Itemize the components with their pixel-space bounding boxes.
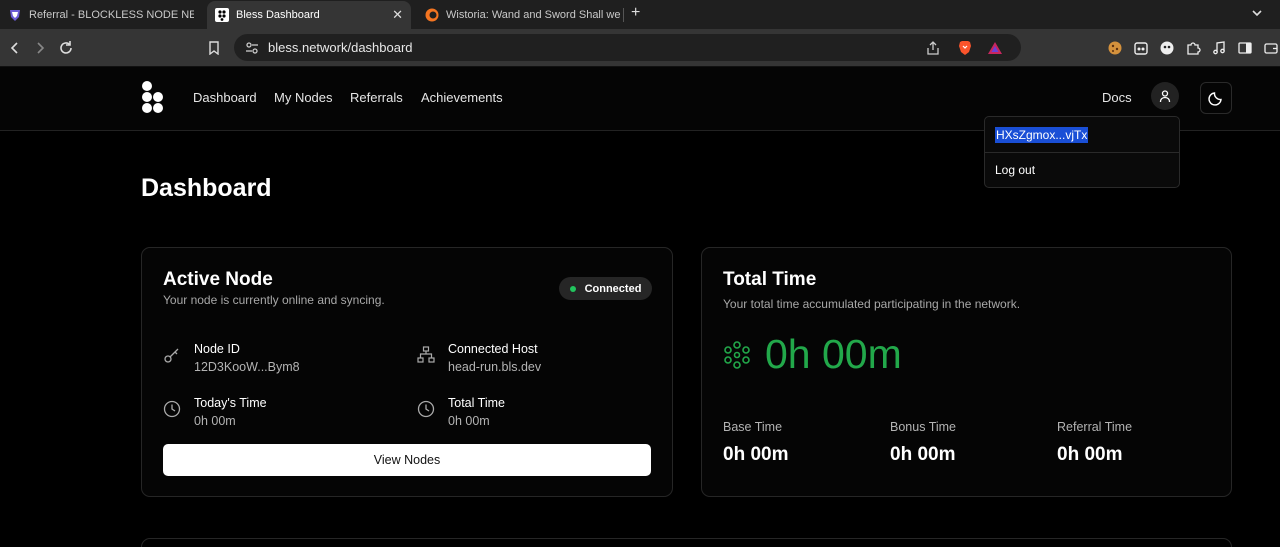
nodes-cluster-icon xyxy=(723,341,751,369)
tab-title: Referral - BLOCKLESS NODE NEW R xyxy=(29,8,194,21)
chevron-down-icon[interactable] xyxy=(1250,6,1264,25)
referral-time-label: Referral Time xyxy=(1057,420,1133,434)
total-time-card: Total Time Your total time accumulated p… xyxy=(701,247,1232,497)
connected-host-value: head-run.bls.dev xyxy=(448,360,542,374)
dropdown-divider xyxy=(985,152,1179,153)
nav-dashboard[interactable]: Dashboard xyxy=(193,90,257,105)
total-time-value: 0h 00m xyxy=(765,331,902,377)
tab-referral[interactable]: Referral - BLOCKLESS NODE NEW R xyxy=(0,0,200,29)
tab-title: Bless Dashboard xyxy=(236,9,320,21)
card-title: Total Time xyxy=(723,269,817,290)
cookie-extension-icon[interactable] xyxy=(1106,39,1124,57)
todays-time-label: Today's Time xyxy=(194,396,267,410)
referral-time-value: 0h 00m xyxy=(1057,444,1123,465)
base-time-label: Base Time xyxy=(723,420,783,434)
wallet-icon[interactable] xyxy=(1262,39,1280,57)
node-id-label: Node ID xyxy=(194,342,240,356)
wallet-address[interactable]: HXsZgmox...vjTx xyxy=(995,127,1089,143)
bookmark-icon[interactable] xyxy=(205,39,223,57)
docs-link[interactable]: Docs xyxy=(1102,90,1132,105)
tab-bless-dashboard[interactable]: Bless Dashboard ✕ xyxy=(207,1,411,29)
clock-icon xyxy=(163,400,181,418)
status-text: Connected xyxy=(584,282,642,295)
logout-button[interactable]: Log out xyxy=(995,163,1035,177)
app-icon xyxy=(215,8,229,22)
extensions-puzzle-icon[interactable] xyxy=(1184,39,1202,57)
tab-wistoria[interactable]: Wistoria: Wand and Sword Shall we xyxy=(417,0,622,29)
node-id-value: 12D3KooW...Bym8 xyxy=(194,360,300,374)
user-dropdown: HXsZgmox...vjTx Log out xyxy=(984,116,1180,188)
sidebar-icon[interactable] xyxy=(1236,39,1254,57)
reload-icon[interactable] xyxy=(57,39,75,57)
bonus-time-stat: Bonus Time 0h 00m xyxy=(890,420,956,466)
active-node-card: Active Node Your node is currently onlin… xyxy=(141,247,673,497)
moon-icon xyxy=(1208,92,1222,106)
connected-host-label: Connected Host xyxy=(448,342,538,356)
shield-icon xyxy=(8,8,22,22)
key-icon xyxy=(163,346,181,364)
brave-shield-icon[interactable] xyxy=(956,39,974,57)
card-subtitle: Your node is currently online and syncin… xyxy=(163,293,385,307)
clock-icon xyxy=(417,400,435,418)
user-menu-button[interactable] xyxy=(1151,82,1179,110)
todays-time-stat: Today's Time 0h 00m xyxy=(163,396,393,432)
back-icon[interactable] xyxy=(6,39,24,57)
next-card xyxy=(141,538,1232,547)
nav-referrals[interactable]: Referrals xyxy=(350,90,403,105)
nav-my-nodes[interactable]: My Nodes xyxy=(274,90,333,105)
url-text: bless.network/dashboard xyxy=(268,40,413,55)
tab-divider xyxy=(623,8,624,22)
crunchyroll-icon xyxy=(425,8,439,22)
browser-toolbar: bless.network/dashboard xyxy=(0,29,1280,67)
base-time-value: 0h 00m xyxy=(723,444,789,465)
tab-title: Wistoria: Wand and Sword Shall we xyxy=(446,8,621,21)
card-title: Active Node xyxy=(163,269,273,290)
user-icon xyxy=(1159,90,1171,103)
view-nodes-button[interactable]: View Nodes xyxy=(163,444,651,476)
music-icon[interactable] xyxy=(1210,39,1228,57)
bonus-time-label: Bonus Time xyxy=(890,420,957,434)
address-bar[interactable]: bless.network/dashboard xyxy=(234,34,1021,61)
card-subtitle: Your total time accumulated participatin… xyxy=(723,297,1021,311)
forward-icon[interactable] xyxy=(31,39,49,57)
page-title: Dashboard xyxy=(141,174,272,202)
node-id-stat: Node ID 12D3KooW...Bym8 xyxy=(163,342,393,378)
close-icon[interactable]: ✕ xyxy=(392,8,403,22)
extension-box-icon[interactable] xyxy=(1132,39,1150,57)
nav-achievements[interactable]: Achievements xyxy=(421,90,503,105)
bless-logo[interactable] xyxy=(141,80,167,116)
share-icon[interactable] xyxy=(924,39,942,57)
total-time-stat: Total Time 0h 00m xyxy=(417,396,647,432)
extension-face-icon[interactable] xyxy=(1158,39,1176,57)
browser-tab-strip: Referral - BLOCKLESS NODE NEW R Bless Da… xyxy=(0,0,1280,29)
connected-host-stat: Connected Host head-run.bls.dev xyxy=(417,342,647,378)
new-tab-icon[interactable]: + xyxy=(631,4,640,22)
site-settings-icon[interactable] xyxy=(243,39,261,57)
todays-time-value: 0h 00m xyxy=(194,414,236,428)
brave-rewards-icon[interactable] xyxy=(986,39,1004,57)
theme-toggle-button[interactable] xyxy=(1200,82,1232,114)
total-time-label: Total Time xyxy=(448,396,505,410)
bonus-time-value: 0h 00m xyxy=(890,444,956,465)
referral-time-stat: Referral Time 0h 00m xyxy=(1057,420,1132,466)
total-time-value: 0h 00m xyxy=(448,414,490,428)
status-dot xyxy=(569,285,576,292)
status-badge: Connected xyxy=(559,277,652,300)
network-icon xyxy=(417,346,435,364)
base-time-stat: Base Time 0h 00m xyxy=(723,420,788,466)
